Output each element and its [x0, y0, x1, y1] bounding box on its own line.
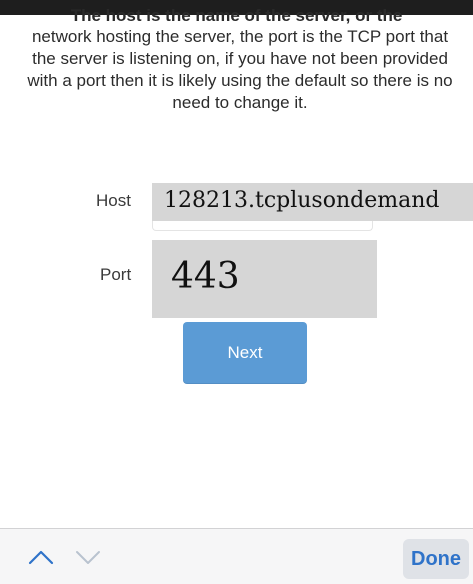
next-button[interactable]: Next	[183, 322, 307, 384]
port-input[interactable]: 443	[152, 240, 377, 318]
host-label: Host	[96, 191, 131, 210]
port-label: Port	[100, 265, 132, 284]
instructions-clipped-line: The host is the name of the server, or t…	[70, 6, 403, 25]
chevron-up-icon[interactable]	[27, 547, 55, 567]
host-input[interactable]: 128213.tcplusondemand	[152, 183, 473, 221]
done-button[interactable]: Done	[403, 539, 469, 579]
connection-settings-screen: The host is the name of the server, or t…	[0, 0, 473, 584]
host-input-underlay	[152, 221, 373, 231]
instructions-text: network hosting the server, the port is …	[27, 27, 453, 112]
keyboard-accessory-bar: Done	[0, 528, 473, 584]
chevron-down-icon[interactable]	[74, 547, 102, 567]
